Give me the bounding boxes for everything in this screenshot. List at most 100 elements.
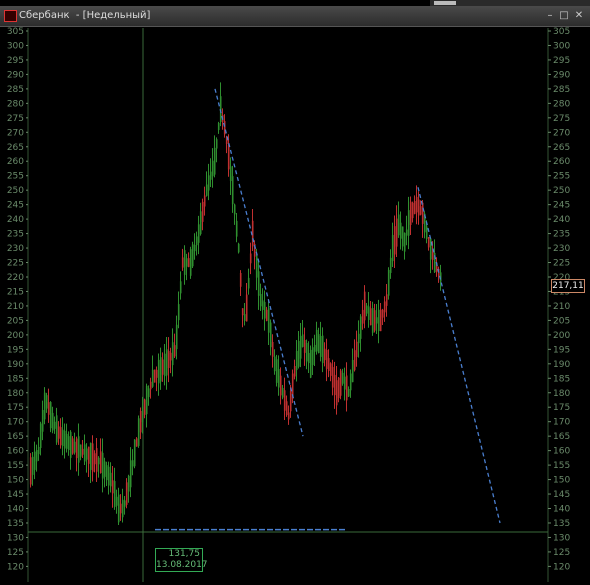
candle-body	[165, 349, 168, 376]
candle-body	[335, 380, 338, 406]
candle-body	[65, 433, 68, 449]
left-price-label: 285	[7, 85, 24, 95]
candle-body	[115, 496, 118, 506]
candle-body	[181, 257, 184, 268]
right-price-label: 120	[553, 562, 570, 572]
candle-body	[37, 447, 40, 455]
candle-body	[101, 452, 104, 479]
candle-body	[133, 439, 136, 467]
candle-body	[313, 344, 316, 352]
candle-body	[349, 373, 352, 391]
candle-body	[255, 256, 258, 278]
candle-body	[365, 305, 368, 314]
right-price-label: 260	[553, 157, 570, 167]
candle-body	[331, 367, 334, 388]
candle-body	[231, 176, 234, 205]
candle-body	[127, 475, 130, 492]
left-price-label: 130	[7, 533, 24, 543]
right-price-label: 135	[553, 519, 570, 529]
candle-body	[43, 392, 46, 420]
crosshair-date: 13.08.2017	[156, 560, 208, 570]
candle-body	[333, 374, 336, 396]
candle-body	[87, 446, 90, 464]
candle-body	[171, 342, 174, 366]
candle-body	[153, 369, 156, 383]
candle-body	[275, 359, 278, 383]
candle-body	[281, 387, 284, 398]
candle-body	[383, 301, 386, 313]
candle-body	[205, 184, 208, 196]
candle-body	[341, 372, 344, 384]
candle-body	[69, 431, 72, 458]
candle-body	[209, 171, 212, 180]
candle-body	[417, 199, 420, 216]
right-price-label: 280	[553, 99, 570, 109]
left-price-label: 235	[7, 230, 24, 240]
candle-body	[351, 359, 354, 383]
candle-body	[31, 456, 34, 475]
candle-body	[407, 210, 410, 236]
left-price-label: 215	[7, 287, 24, 297]
candle-body	[357, 333, 360, 344]
right-price-label: 250	[553, 186, 570, 196]
left-price-label: 175	[7, 403, 24, 413]
candle-body	[191, 244, 194, 267]
left-price-label: 280	[7, 99, 24, 109]
right-price-label: 125	[553, 548, 570, 558]
right-price-label: 165	[553, 432, 570, 442]
candle-body	[129, 460, 132, 488]
candle-body	[239, 273, 242, 287]
left-price-label: 190	[7, 360, 24, 370]
candle-body	[397, 214, 400, 236]
candle-body	[105, 465, 108, 481]
right-price-label: 295	[553, 56, 570, 66]
candle-body	[257, 271, 260, 296]
candle-body	[93, 453, 96, 465]
left-price-label: 160	[7, 447, 24, 457]
left-price-label: 255	[7, 172, 24, 182]
left-price-label: 210	[7, 302, 24, 312]
candle-body	[235, 220, 238, 237]
candle-body	[419, 206, 422, 215]
left-price-label: 145	[7, 490, 24, 500]
right-price-label: 300	[553, 41, 570, 51]
candle-body	[151, 369, 154, 387]
candle-body	[73, 441, 76, 453]
left-price-label: 170	[7, 418, 24, 428]
candle-body	[197, 224, 200, 243]
right-price-label: 285	[553, 85, 570, 95]
candle-body	[99, 451, 102, 474]
candle-body	[131, 460, 134, 467]
candle-body	[183, 250, 186, 275]
candle-body	[263, 301, 266, 319]
candle-body	[273, 356, 276, 372]
candle-body	[431, 251, 434, 260]
right-price-label: 145	[553, 490, 570, 500]
candle-body	[145, 385, 148, 415]
candle-body	[125, 482, 128, 505]
left-price-label: 305	[7, 27, 24, 37]
candle-body	[267, 308, 270, 333]
candle-body	[195, 236, 198, 246]
candle-body	[135, 438, 138, 447]
price-chart[interactable]: 305 305 300 300 295 295 290 290 285 285 280 280 275 2…	[0, 0, 590, 585]
candle-body	[29, 457, 32, 485]
candle-body	[71, 438, 74, 454]
candle-body	[339, 370, 342, 396]
left-price-label: 125	[7, 548, 24, 558]
right-price-label: 175	[553, 403, 570, 413]
candle-body	[113, 481, 116, 508]
candle-body	[35, 449, 38, 462]
candle-body	[427, 237, 430, 248]
candle-body	[269, 322, 272, 348]
right-price-label: 190	[553, 360, 570, 370]
candle-body	[293, 366, 296, 377]
candle-body	[227, 144, 230, 170]
candle-body	[57, 426, 60, 439]
candle-body	[119, 503, 122, 514]
left-price-label: 290	[7, 70, 24, 80]
candle-body	[295, 350, 298, 371]
candle-body	[297, 340, 300, 367]
candle-body	[161, 359, 164, 375]
right-price-label: 210	[553, 302, 570, 312]
